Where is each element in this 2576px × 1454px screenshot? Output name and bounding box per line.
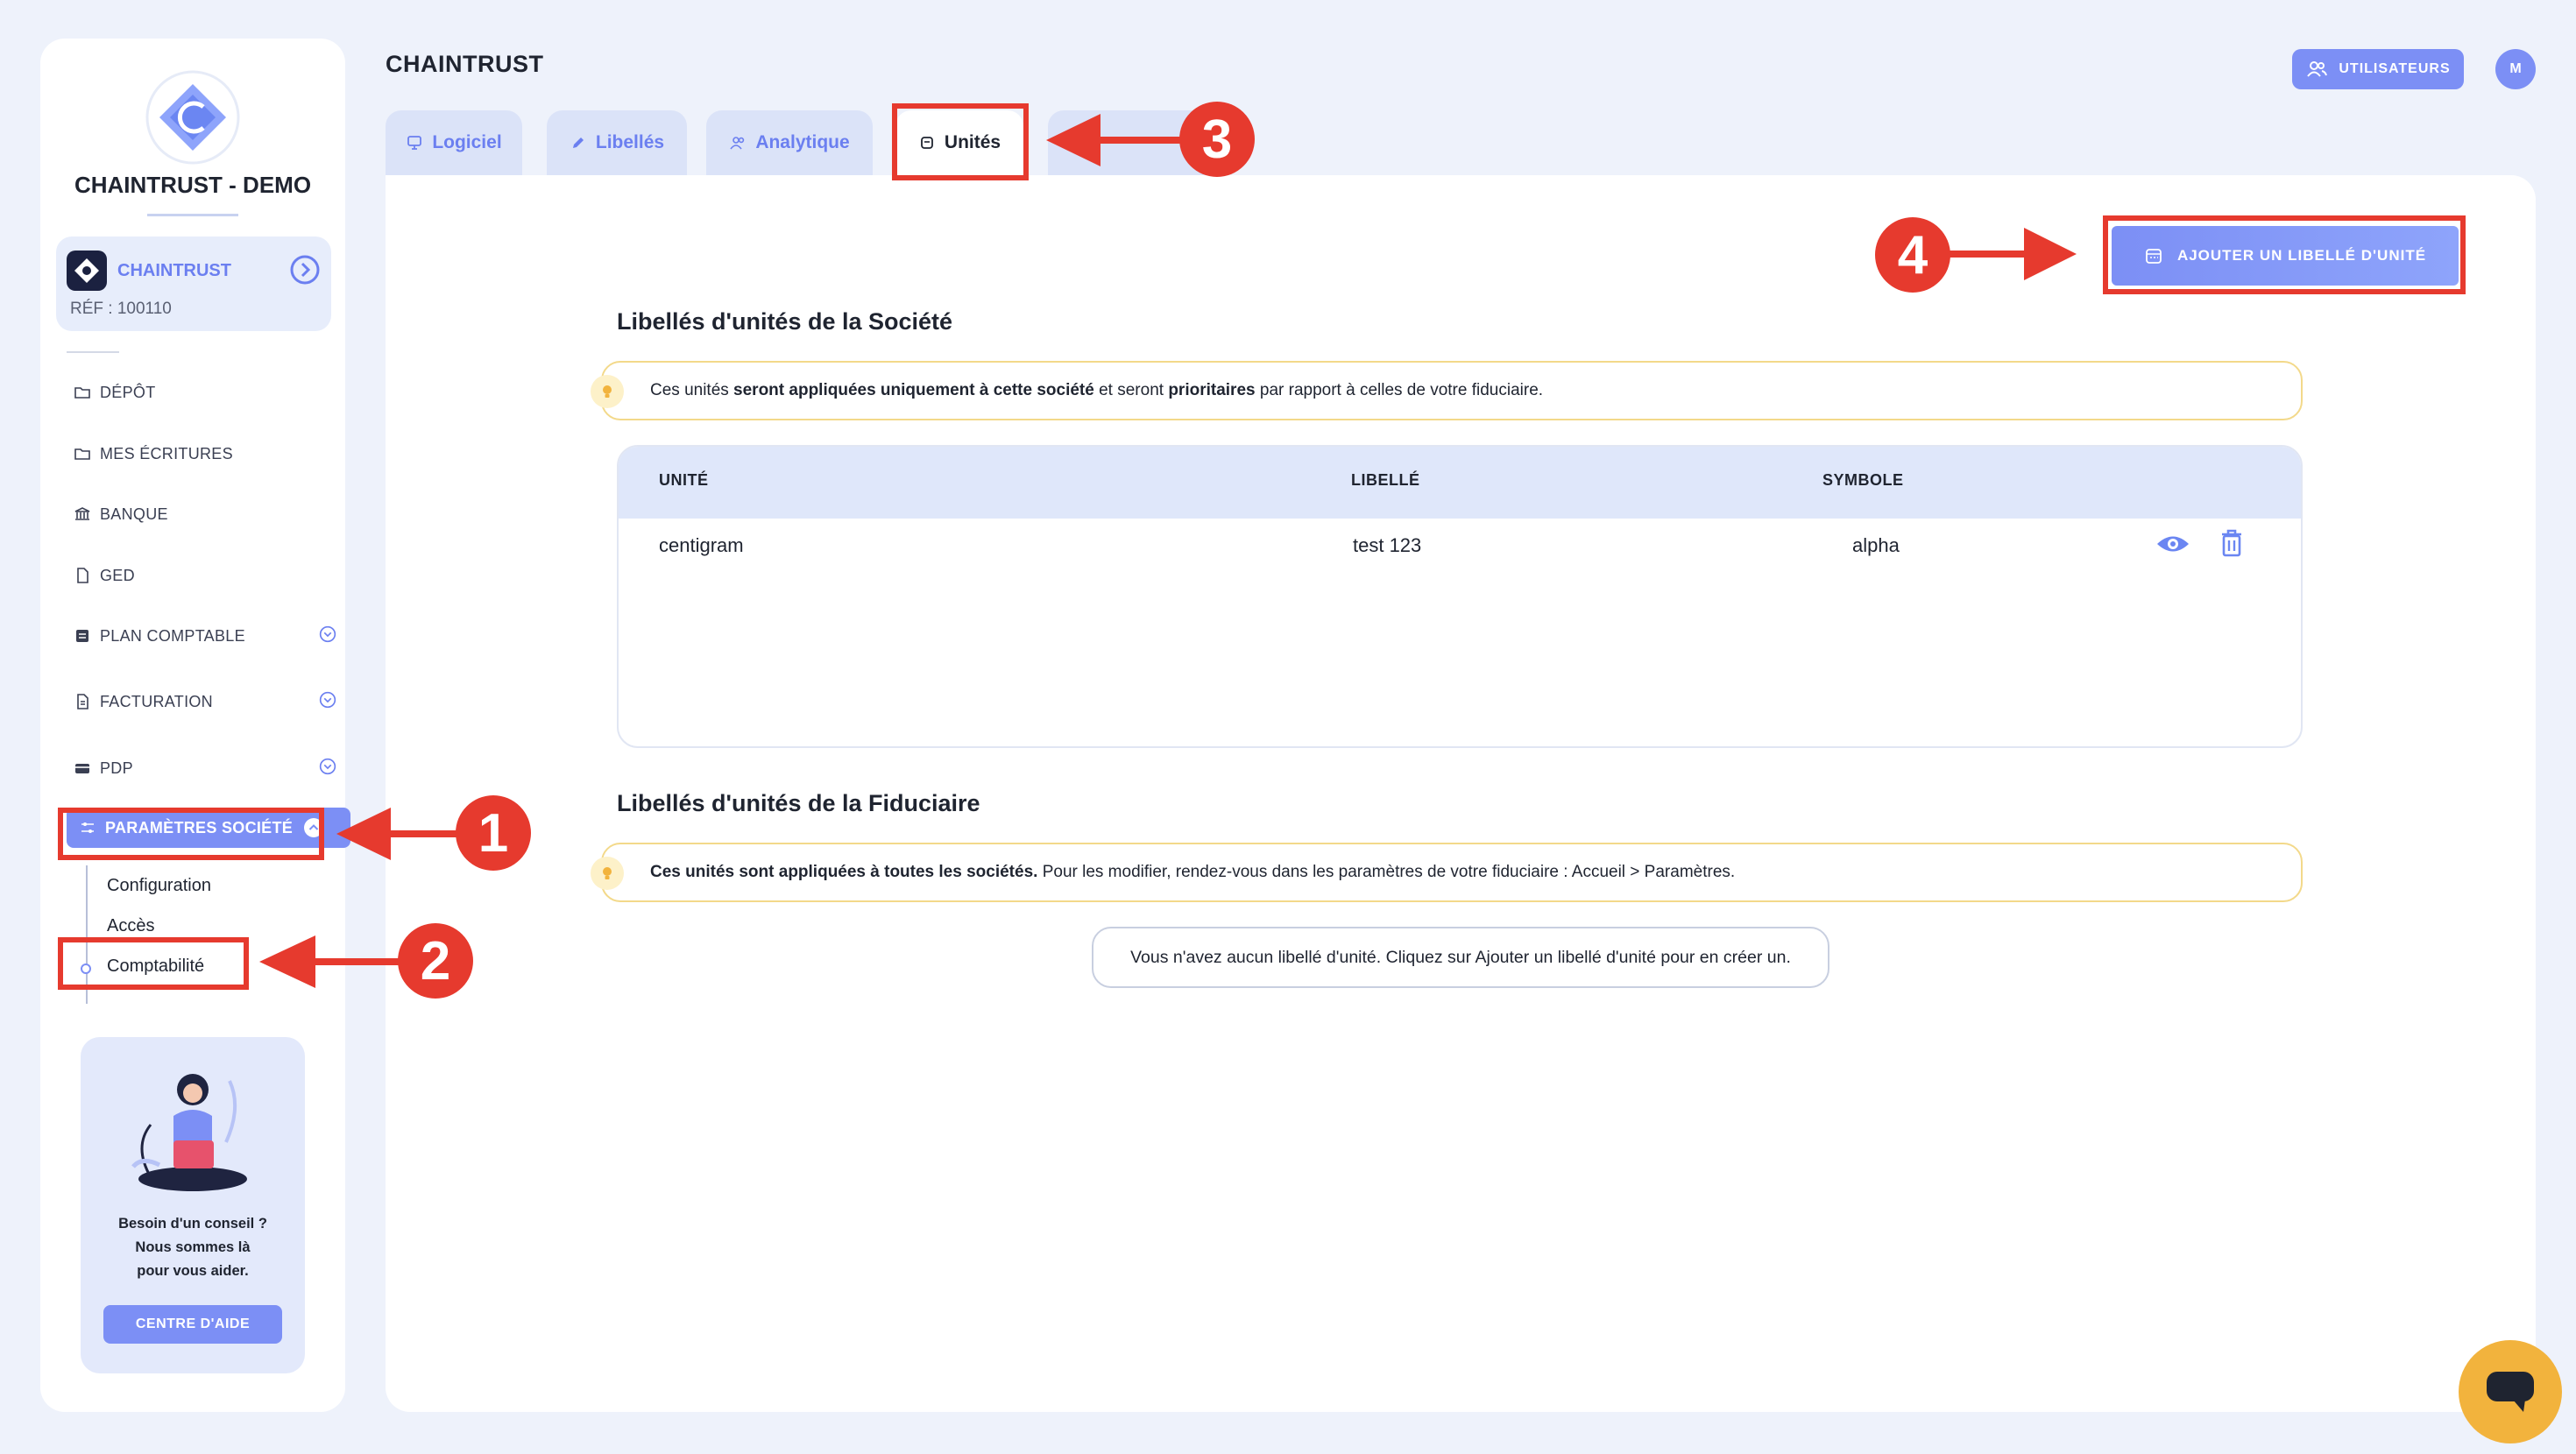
company-info-text: Ces unités seront appliquées uniquement … bbox=[650, 381, 1544, 399]
nav-item-banque[interactable]: BANQUE bbox=[74, 497, 354, 532]
table-header bbox=[619, 447, 2301, 519]
sub-item-acces[interactable]: Accès bbox=[107, 916, 154, 936]
nav-label: BANQUE bbox=[100, 505, 168, 523]
lightbulb-icon bbox=[591, 857, 624, 890]
help-center-button[interactable]: CENTRE D'AIDE bbox=[103, 1305, 282, 1344]
fiduciary-info-text: Ces unités sont appliquées à toutes les … bbox=[650, 863, 1736, 881]
nav-item-plan-comptable[interactable]: PLAN COMPTABLE bbox=[74, 618, 354, 653]
chaintrust-logo-icon bbox=[145, 70, 240, 165]
nav-label: DÉPÔT bbox=[100, 383, 156, 401]
annotation-highlight-3 bbox=[892, 103, 1029, 180]
divider bbox=[67, 351, 119, 353]
cell-libelle: test 123 bbox=[1353, 534, 1422, 556]
help-text: Besoin d'un conseil ? Nous sommes là pou… bbox=[118, 1216, 267, 1279]
company-section-title: Libellés d'unités de la Société bbox=[617, 308, 953, 335]
annotation-highlight-2 bbox=[58, 937, 249, 990]
annotation-number-3: 3 bbox=[1179, 102, 1255, 177]
empty-state-message: Vous n'avez aucun libellé d'unité. Cliqu… bbox=[1092, 927, 1829, 988]
annotation-number-4: 4 bbox=[1875, 217, 1950, 293]
company-ref: RÉF : 100110 bbox=[70, 300, 172, 318]
document-icon bbox=[77, 568, 88, 583]
chevron-down-icon[interactable] bbox=[319, 691, 336, 709]
header-unite: UNITÉ bbox=[659, 471, 709, 489]
folder-icon bbox=[74, 387, 90, 399]
header-libelle: LIBELLÉ bbox=[1351, 471, 1420, 489]
nav-label: PLAN COMPTABLE bbox=[100, 626, 245, 645]
page-title: CHAINTRUST bbox=[386, 51, 544, 77]
nav-label: PDP bbox=[100, 759, 133, 777]
users-icon bbox=[2307, 61, 2328, 77]
fiduciary-section-title: Libellés d'unités de la Fiduciaire bbox=[617, 790, 980, 816]
tab-logiciel[interactable]: Logiciel bbox=[386, 110, 522, 175]
chat-bubble-icon bbox=[2487, 1372, 2534, 1412]
eye-icon[interactable] bbox=[2155, 531, 2190, 557]
folder-icon bbox=[74, 448, 90, 460]
chevron-down-icon[interactable] bbox=[319, 758, 336, 775]
nav-label: GED bbox=[100, 566, 135, 584]
cell-unite: centigram bbox=[659, 534, 744, 556]
nav-item-mes-ecritures[interactable]: MES ÉCRITURES bbox=[74, 436, 354, 471]
chevron-down-icon[interactable] bbox=[319, 625, 336, 643]
company-info-box: Ces unités seront appliquées uniquement … bbox=[591, 361, 2303, 420]
company-units-table: UNITÉ LIBELLÉ SYMBOLE centigram test 123… bbox=[617, 445, 2303, 748]
nav-item-pdp[interactable]: PDP bbox=[74, 751, 354, 786]
nav-label: FACTURATION bbox=[100, 692, 213, 710]
chevron-right-icon[interactable] bbox=[289, 254, 321, 286]
company-logo-icon bbox=[67, 251, 107, 291]
card-icon bbox=[75, 764, 89, 773]
tab-libelles[interactable]: Libellés bbox=[547, 110, 687, 175]
woman-laptop-illustration-icon bbox=[131, 1074, 247, 1191]
annotation-number-1: 1 bbox=[456, 795, 531, 871]
nav-item-ged[interactable]: GED bbox=[74, 558, 354, 593]
trash-icon[interactable] bbox=[2219, 527, 2245, 559]
sidebar: CHAINTRUST - DEMO CHAINTRUST RÉF : 10011… bbox=[40, 39, 350, 1412]
nav-label: MES ÉCRITURES bbox=[100, 444, 233, 462]
avatar[interactable]: M bbox=[2495, 49, 2536, 89]
tab-analytique[interactable]: Analytique bbox=[706, 110, 873, 175]
monitor-icon bbox=[407, 136, 422, 150]
annotation-highlight-4 bbox=[2103, 215, 2466, 294]
company-card-name: CHAINTRUST bbox=[117, 261, 231, 280]
invoice-icon bbox=[77, 694, 88, 709]
annotation-number-2: 2 bbox=[398, 923, 473, 999]
divider bbox=[147, 214, 238, 216]
bank-icon bbox=[74, 507, 90, 520]
header-symbole: SYMBOLE bbox=[1822, 471, 1904, 489]
company-card[interactable]: CHAINTRUST RÉF : 100110 bbox=[56, 236, 331, 331]
sub-item-configuration[interactable]: Configuration bbox=[107, 876, 211, 896]
help-card: Besoin d'un conseil ? Nous sommes là pou… bbox=[81, 1037, 305, 1373]
cell-symbole: alpha bbox=[1852, 534, 1900, 556]
nav-item-depot[interactable]: DÉPÔT bbox=[74, 375, 354, 410]
chat-widget-button[interactable] bbox=[2459, 1340, 2562, 1443]
company-name: CHAINTRUST - DEMO bbox=[74, 172, 312, 198]
fiduciary-info-box: Ces unités sont appliquées à toutes les … bbox=[591, 843, 2303, 902]
annotation-highlight-1 bbox=[58, 808, 324, 860]
ledger-icon bbox=[76, 630, 88, 642]
users-icon bbox=[730, 137, 745, 150]
users-button[interactable]: UTILISATEURS bbox=[2292, 49, 2464, 89]
lightbulb-icon bbox=[591, 375, 624, 408]
pen-icon bbox=[572, 138, 584, 148]
nav-item-facturation[interactable]: FACTURATION bbox=[74, 684, 354, 719]
